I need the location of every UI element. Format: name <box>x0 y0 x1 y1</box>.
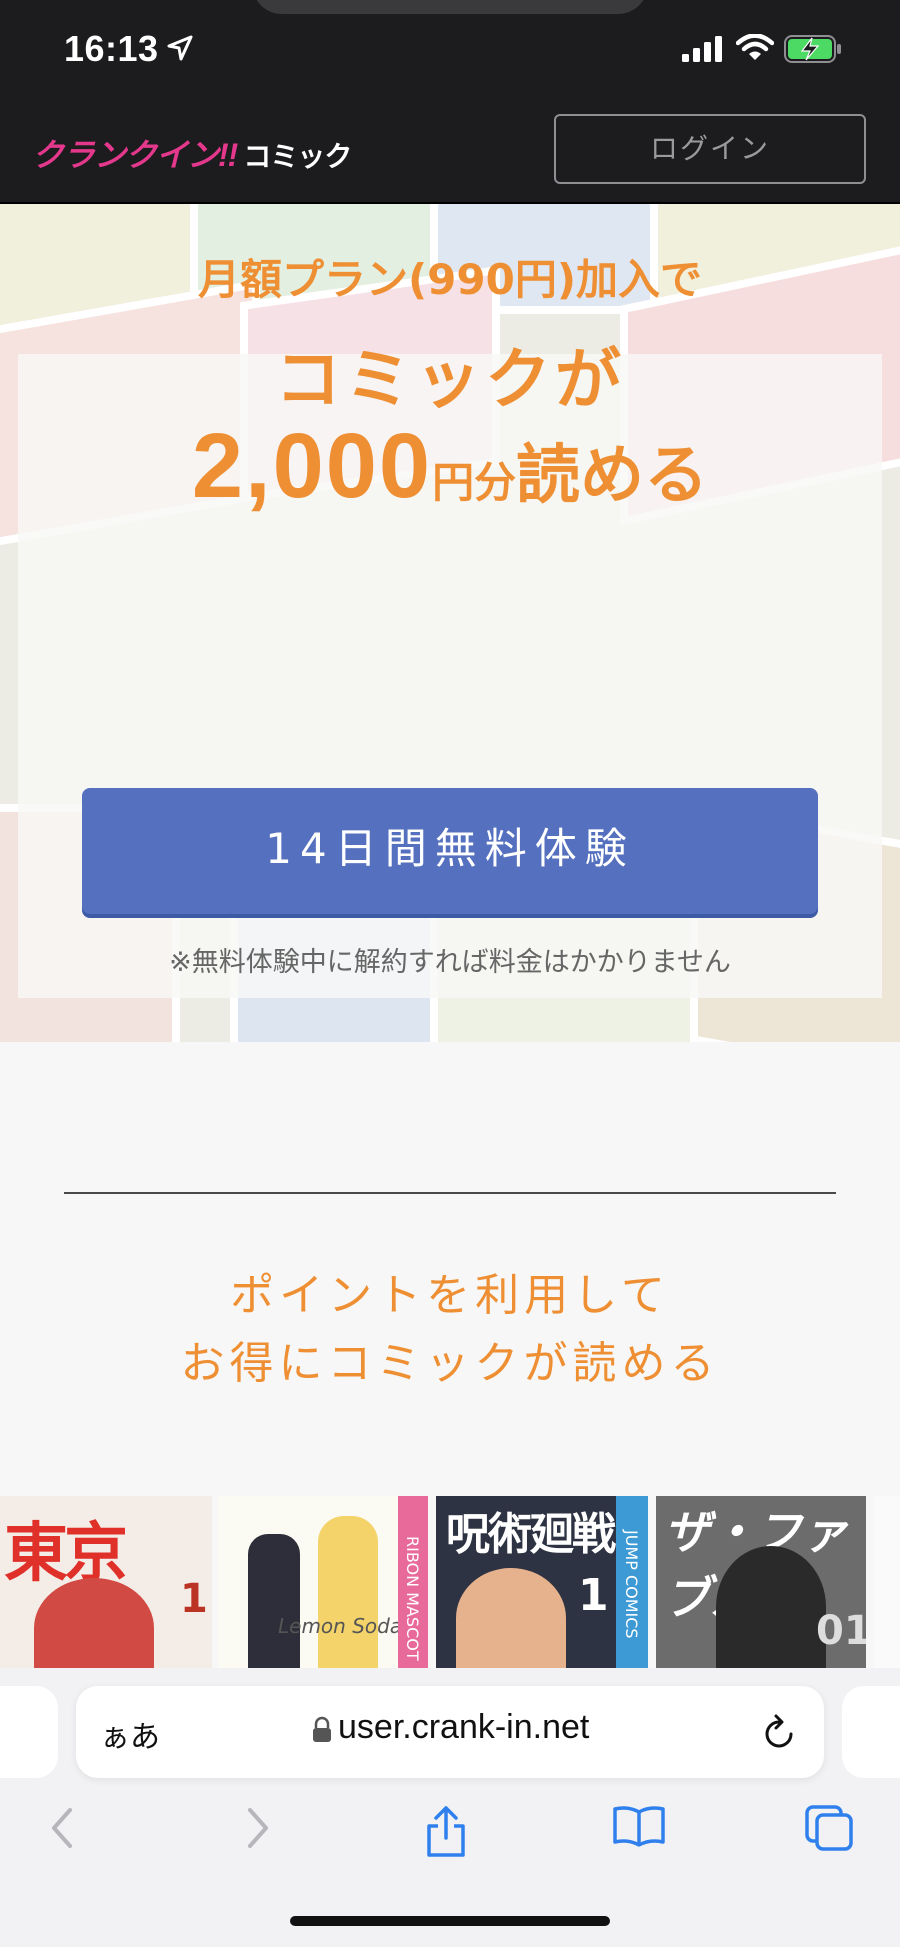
lock-icon <box>313 1716 331 1742</box>
bookmarks-icon[interactable] <box>612 1804 666 1848</box>
cover-art <box>318 1516 378 1668</box>
logo-mark: !! <box>218 137 238 173</box>
promo-unit: 円分 <box>432 458 517 507</box>
cover-art <box>248 1534 300 1668</box>
comic-cover-carousel[interactable]: 東京 1 Lemon Soda RIBON MASCOT 呪術廻戦 1 JUMP… <box>0 1496 900 1668</box>
status-time: 16:13 <box>64 28 159 69</box>
next-tab-preview[interactable] <box>842 1686 900 1778</box>
points-heading-line1: ポイントを利用して <box>230 1270 670 1321</box>
points-heading-line2: お得にコミックが読める <box>180 1338 720 1389</box>
notch <box>252 0 648 14</box>
url-text[interactable]: user.crank-in.net <box>338 1708 589 1747</box>
comic-cover[interactable]: 東京 1 <box>0 1496 212 1668</box>
cover-label-strip: JUMP COMICS <box>616 1496 648 1668</box>
comic-cover[interactable] <box>874 1496 900 1668</box>
cover-volume: 01 <box>816 1608 866 1654</box>
browser-bottom-bar: ぁあ user.crank-in.net <box>0 1668 900 1947</box>
wifi-icon <box>736 34 774 60</box>
cover-title: Lemon Soda <box>278 1614 403 1638</box>
site-header: クランクイン!! コミック ログイン <box>0 100 900 204</box>
cover-label: RIBON MASCOT <box>403 1536 422 1661</box>
promo-comic-text: コミックが <box>275 341 625 418</box>
status-bar: 16:13 <box>0 0 900 100</box>
cellular-signal-icon <box>682 36 722 62</box>
comic-cover[interactable]: ザ・ファブル 01 <box>656 1496 866 1668</box>
promo-amount: 2,000 <box>191 415 433 517</box>
share-icon[interactable] <box>424 1804 468 1858</box>
back-icon[interactable] <box>44 1804 80 1852</box>
reload-icon[interactable] <box>760 1712 798 1752</box>
page-settings-button[interactable]: ぁあ <box>100 1712 160 1756</box>
cover-volume: 1 <box>180 1576 208 1622</box>
cover-title: 呪術廻戦 <box>446 1509 616 1560</box>
trial-notice: ※無料体験中に解約すれば料金はかかりません <box>169 947 731 978</box>
cover-label: JUMP COMICS <box>622 1530 641 1639</box>
address-bar[interactable]: ぁあ user.crank-in.net <box>76 1686 824 1778</box>
tabs-icon[interactable] <box>804 1804 854 1852</box>
section-divider <box>64 1192 836 1194</box>
points-heading: ポイントを利用して お得にコミックが読める <box>0 1262 900 1398</box>
cover-art <box>34 1578 154 1668</box>
cover-art <box>716 1546 826 1668</box>
free-trial-button[interactable]: 14日間無料体験 <box>82 788 818 914</box>
forward-icon[interactable] <box>240 1804 276 1852</box>
comic-cover[interactable]: Lemon Soda RIBON MASCOT <box>218 1496 428 1668</box>
previous-tab-preview[interactable] <box>0 1686 58 1778</box>
location-arrow-icon <box>167 35 193 61</box>
promo-amount-line: 2,000円分読める <box>0 414 900 519</box>
logo-subtext: コミック <box>243 141 352 172</box>
battery-charging-icon <box>784 35 841 63</box>
promo-plan-text: 月額プラン(990円)加入で <box>197 255 703 304</box>
promo-read: 読める <box>516 439 709 513</box>
logo-text: クランクイン <box>32 137 219 173</box>
home-indicator <box>290 1916 610 1926</box>
site-logo[interactable]: クランクイン!! コミック <box>32 130 352 173</box>
cover-volume: 1 <box>578 1570 609 1621</box>
comic-cover[interactable]: 呪術廻戦 1 JUMP COMICS <box>436 1496 648 1668</box>
login-button[interactable]: ログイン <box>554 114 866 184</box>
cover-art <box>456 1568 566 1668</box>
cover-label-strip: RIBON MASCOT <box>398 1496 428 1668</box>
